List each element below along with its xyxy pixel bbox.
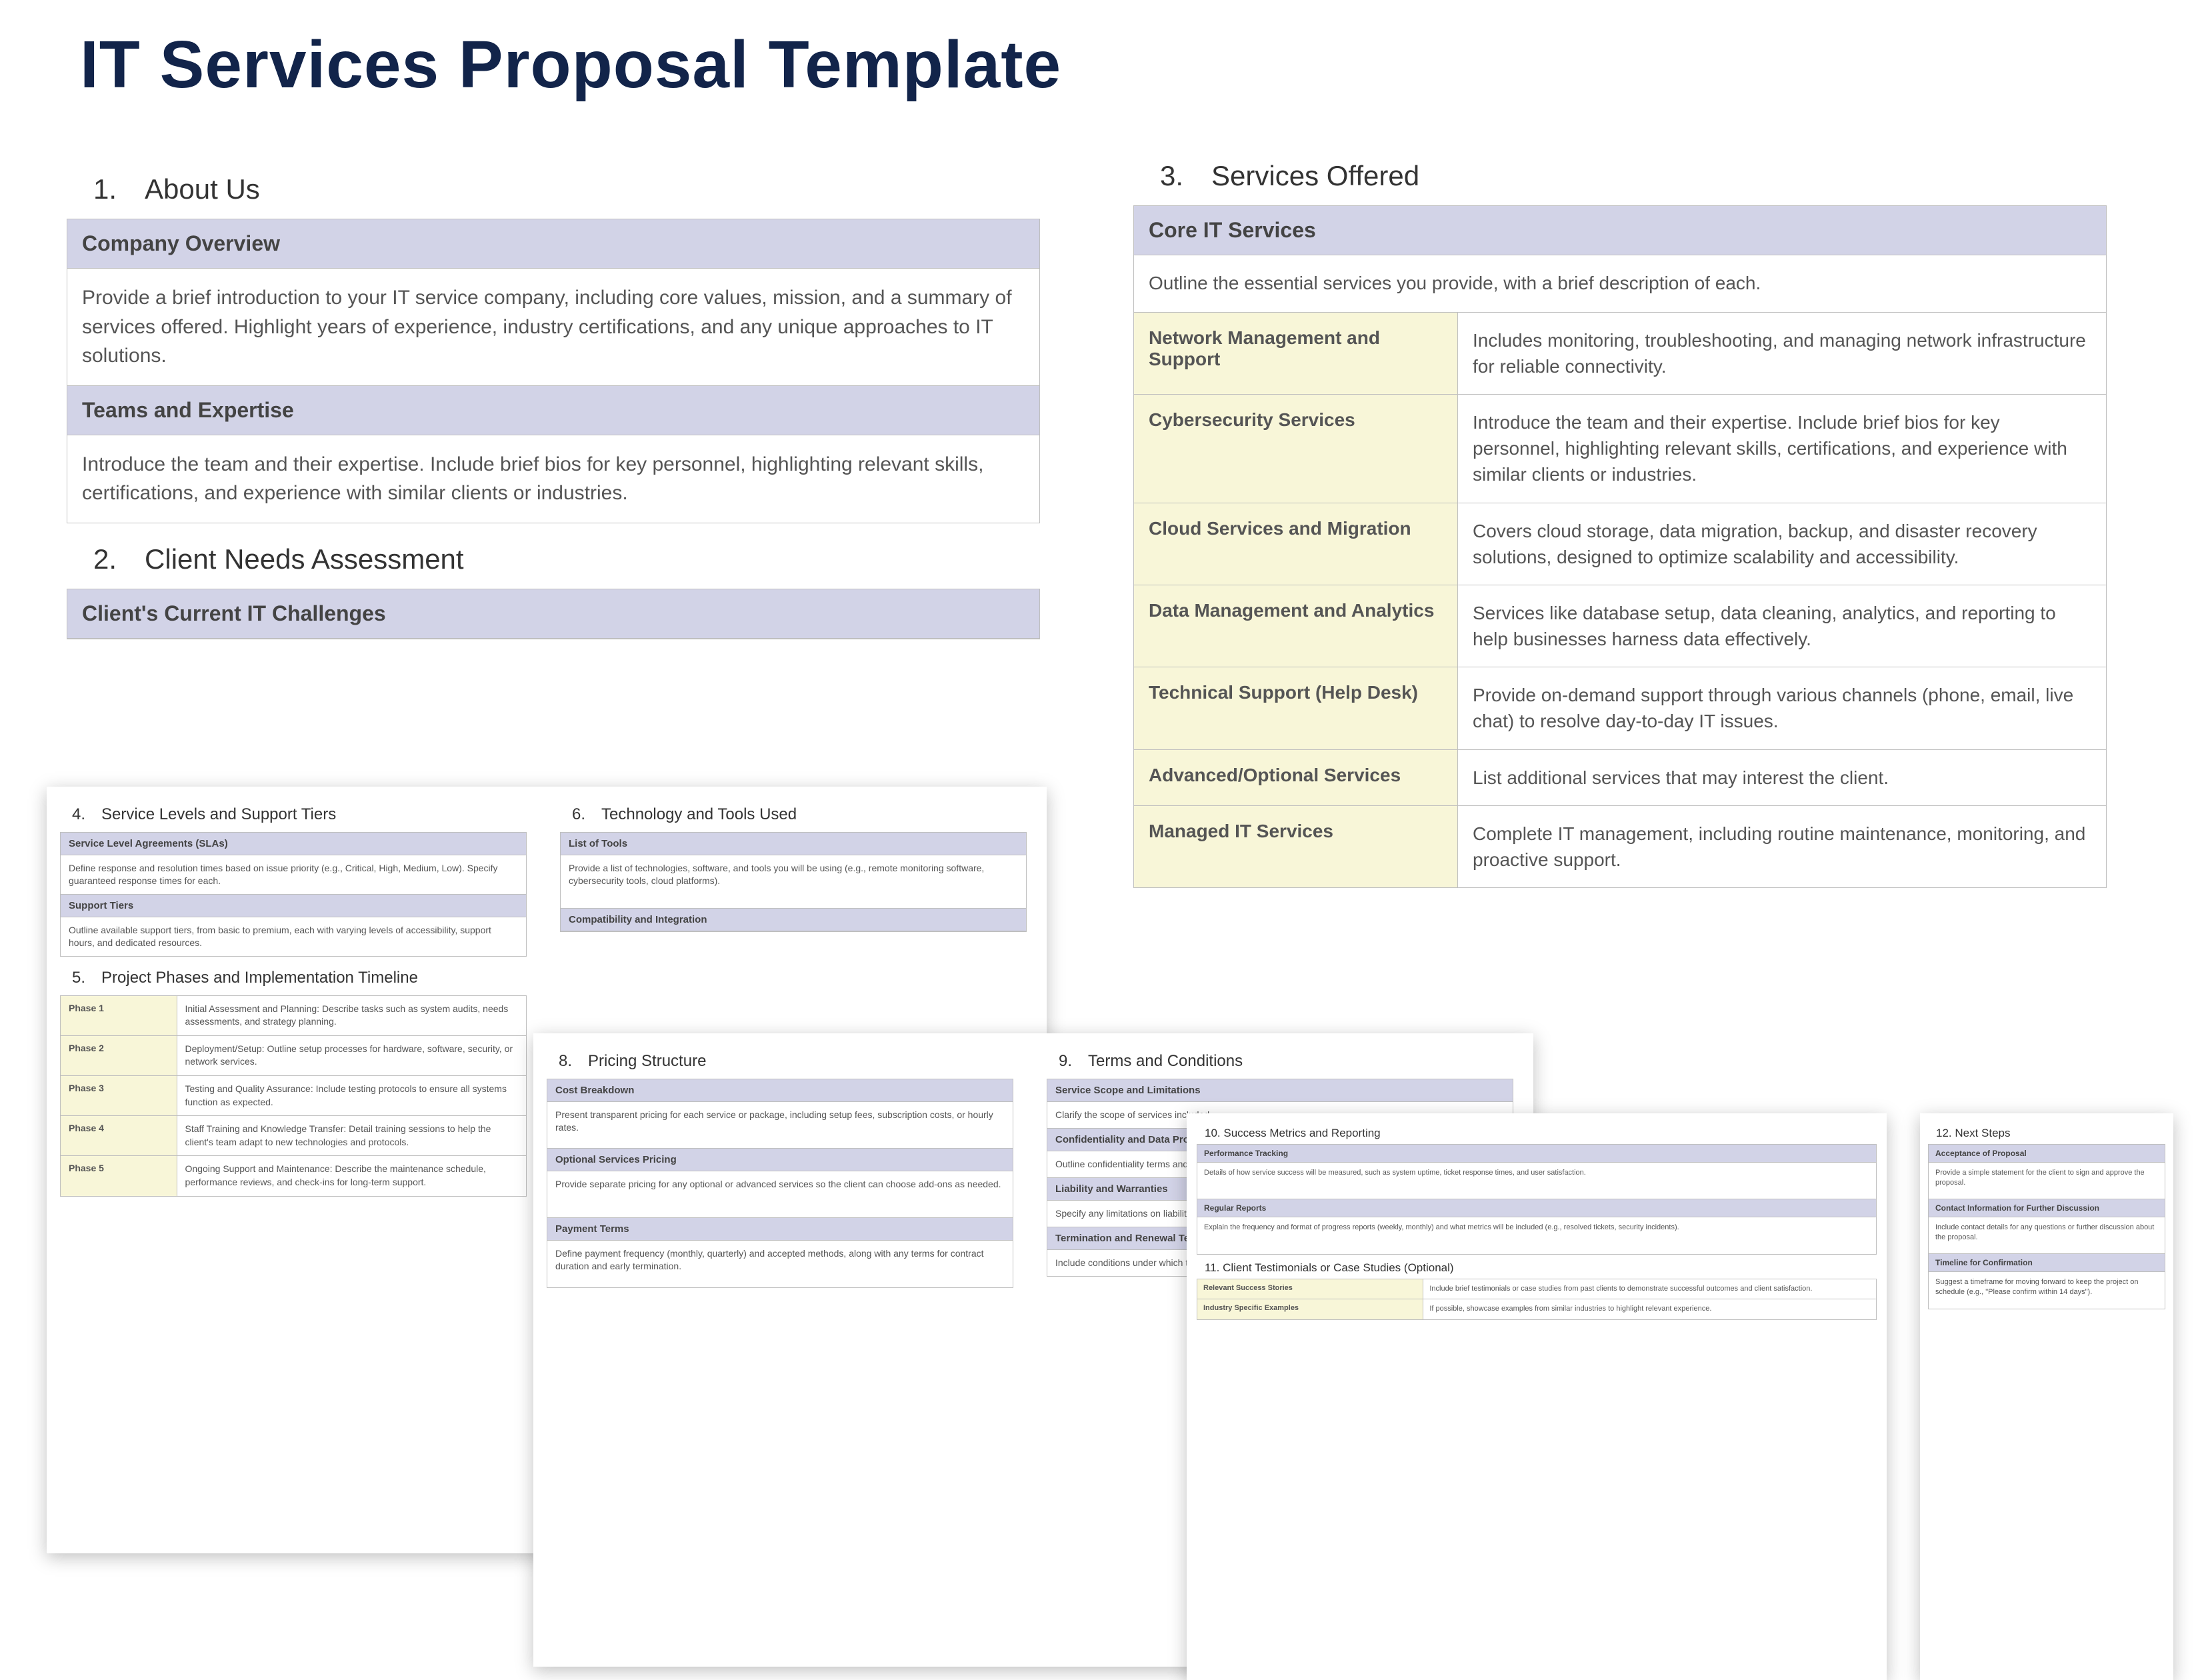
section-2-heading: 2. Client Needs Assessment [93, 543, 1040, 575]
phase-desc: Initial Assessment and Planning: Describ… [177, 996, 527, 1036]
payment-terms-body: Define payment frequency (monthly, quart… [547, 1241, 1013, 1287]
cost-breakdown-header: Cost Breakdown [547, 1079, 1013, 1102]
contact-info-body: Include contact details for any question… [1929, 1217, 2165, 1254]
section-9-heading: 9. Terms and Conditions [1059, 1052, 1513, 1071]
section-3-block: Core IT Services Outline the essential s… [1133, 205, 2107, 888]
service-row-desc: Includes monitoring, troubleshooting, an… [1458, 313, 2106, 395]
section-6-block: List of Tools Provide a list of technolo… [560, 832, 1027, 932]
sla-body: Define response and resolution times bas… [61, 855, 526, 895]
section-12-block: Acceptance of Proposal Provide a simple … [1928, 1144, 2165, 1309]
service-row-desc: List additional services that may intere… [1458, 750, 2106, 806]
service-row-label: Network Management and Support [1134, 313, 1458, 395]
contact-info-header: Contact Information for Further Discussi… [1929, 1199, 2165, 1217]
timeline-confirm-header: Timeline for Confirmation [1929, 1254, 2165, 1272]
sheet-sections-10-11: 10. Success Metrics and Reporting Perfor… [1187, 1113, 1887, 1680]
phase-label: Phase 4 [61, 1116, 177, 1156]
payment-terms-header: Payment Terms [547, 1218, 1013, 1241]
phase-desc: Deployment/Setup: Outline setup processe… [177, 1036, 527, 1076]
section-6-heading: 6. Technology and Tools Used [572, 805, 1027, 824]
timeline-confirm-body: Suggest a timeframe for moving forward t… [1929, 1272, 2165, 1309]
acceptance-body: Provide a simple statement for the clien… [1929, 1163, 2165, 1199]
section-1-block: Company Overview Provide a brief introdu… [67, 219, 1040, 523]
scope-header: Service Scope and Limitations [1047, 1079, 1513, 1102]
service-row-label: Data Management and Analytics [1134, 585, 1458, 667]
section-12-heading: 12. Next Steps [1936, 1127, 2165, 1140]
service-row-desc: Complete IT management, including routin… [1458, 806, 2106, 887]
testimonial-label: Industry Specific Examples [1197, 1299, 1423, 1319]
teams-expertise-header: Teams and Expertise [67, 386, 1039, 435]
regular-reports-header: Regular Reports [1197, 1199, 1876, 1217]
section-4-heading: 4. Service Levels and Support Tiers [72, 805, 527, 824]
section-8-heading: 8. Pricing Structure [559, 1052, 1013, 1071]
testimonial-desc: If possible, showcase examples from simi… [1423, 1299, 1876, 1319]
service-row-desc: Covers cloud storage, data migration, ba… [1458, 503, 2106, 585]
phase-label: Phase 3 [61, 1076, 177, 1116]
section-10-block: Performance Tracking Details of how serv… [1197, 1144, 1877, 1255]
service-row-label: Managed IT Services [1134, 806, 1458, 887]
performance-tracking-body: Details of how service success will be m… [1197, 1163, 1876, 1199]
acceptance-header: Acceptance of Proposal [1929, 1145, 2165, 1163]
section-5-heading: 5. Project Phases and Implementation Tim… [72, 969, 527, 987]
section-10-heading: 10. Success Metrics and Reporting [1205, 1127, 1877, 1140]
performance-tracking-header: Performance Tracking [1197, 1145, 1876, 1163]
page-title: IT Services Proposal Template [80, 27, 2156, 103]
sla-header: Service Level Agreements (SLAs) [61, 833, 526, 855]
phase-label: Phase 5 [61, 1156, 177, 1195]
service-row-label: Advanced/Optional Services [1134, 750, 1458, 806]
company-overview-header: Company Overview [67, 219, 1039, 269]
compatibility-header: Compatibility and Integration [561, 909, 1026, 931]
core-it-services-intro: Outline the essential services you provi… [1134, 255, 2106, 313]
tools-list-header: List of Tools [561, 833, 1026, 855]
phase-desc: Testing and Quality Assurance: Include t… [177, 1076, 527, 1116]
support-tiers-header: Support Tiers [61, 895, 526, 917]
phase-desc: Staff Training and Knowledge Transfer: D… [177, 1116, 527, 1156]
phase-label: Phase 1 [61, 996, 177, 1036]
column-left: 1. About Us Company Overview Provide a b… [67, 153, 1040, 639]
service-row-desc: Provide on-demand support through variou… [1458, 667, 2106, 749]
section-11-heading: 11. Client Testimonials or Case Studies … [1205, 1261, 1877, 1275]
service-row-label: Technical Support (Help Desk) [1134, 667, 1458, 749]
service-row-label: Cloud Services and Migration [1134, 503, 1458, 585]
client-challenges-header: Client's Current IT Challenges [67, 589, 1039, 639]
services-table: Network Management and Support Includes … [1134, 313, 2106, 888]
cost-breakdown-body: Present transparent pricing for each ser… [547, 1102, 1013, 1149]
section-3-heading: 3. Services Offered [1160, 160, 2107, 192]
core-it-services-header: Core IT Services [1134, 206, 2106, 255]
regular-reports-body: Explain the frequency and format of prog… [1197, 1217, 1876, 1254]
phase-label: Phase 2 [61, 1036, 177, 1076]
sheet-section-12: 12. Next Steps Acceptance of Proposal Pr… [1920, 1113, 2173, 1680]
testimonials-table: Relevant Success Stories Include brief t… [1197, 1279, 1877, 1320]
teams-expertise-body: Introduce the team and their expertise. … [67, 435, 1039, 523]
testimonial-label: Relevant Success Stories [1197, 1279, 1423, 1299]
optional-pricing-body: Provide separate pricing for any optiona… [547, 1171, 1013, 1218]
section-4-block: Service Level Agreements (SLAs) Define r… [60, 832, 527, 957]
service-row-label: Cybersecurity Services [1134, 395, 1458, 503]
support-tiers-body: Outline available support tiers, from ba… [61, 917, 526, 956]
testimonial-desc: Include brief testimonials or case studi… [1423, 1279, 1876, 1299]
section-1-heading: 1. About Us [93, 173, 1040, 205]
column-right: 3. Services Offered Core IT Services Out… [1133, 140, 2107, 888]
section-2-block: Client's Current IT Challenges [67, 589, 1040, 639]
phases-table: Phase 1 Initial Assessment and Planning:… [60, 995, 527, 1197]
optional-pricing-header: Optional Services Pricing [547, 1149, 1013, 1171]
company-overview-body: Provide a brief introduction to your IT … [67, 269, 1039, 386]
tools-list-body: Provide a list of technologies, software… [561, 855, 1026, 909]
service-row-desc: Introduce the team and their expertise. … [1458, 395, 2106, 503]
section-8-block: Cost Breakdown Present transparent prici… [547, 1079, 1013, 1288]
service-row-desc: Services like database setup, data clean… [1458, 585, 2106, 667]
phase-desc: Ongoing Support and Maintenance: Describ… [177, 1156, 527, 1195]
